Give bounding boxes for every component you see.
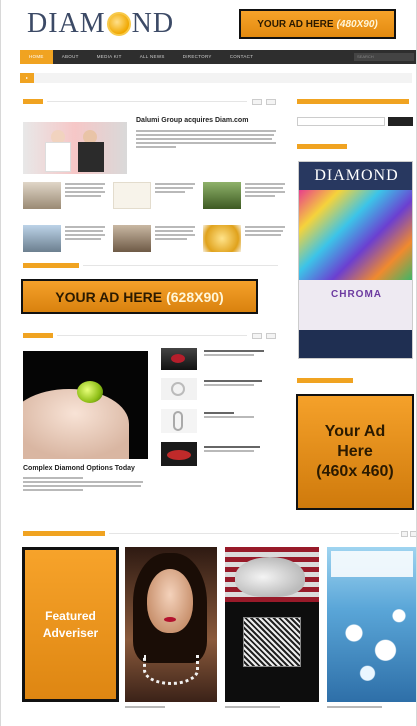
side-ad-line2: Here	[337, 443, 373, 460]
mid-banner-ad[interactable]: YOUR AD HERE (628X90)	[21, 279, 258, 314]
ring-showcase-icon	[243, 617, 301, 667]
advertiser-card-1[interactable]	[125, 547, 217, 702]
news-main-excerpt	[136, 130, 276, 150]
feature-article-excerpt	[23, 477, 143, 493]
article-thumb-2[interactable]	[161, 378, 197, 400]
advertiser-caption-1	[125, 706, 165, 710]
articles-prev-icon[interactable]	[252, 333, 262, 339]
featured-advertiser-ad[interactable]: Featured Adveriser	[22, 547, 119, 702]
article-2-title[interactable]	[204, 380, 264, 388]
article-3-title[interactable]	[204, 412, 264, 420]
news-divider	[47, 101, 247, 102]
news-thumb-5[interactable]	[113, 225, 151, 252]
news-main-headline[interactable]: Dalumi Group acquires Diam.com	[136, 117, 248, 124]
gemstone-icon	[77, 381, 103, 403]
advertiser-card-2[interactable]	[225, 547, 319, 702]
featured-next-icon[interactable]	[410, 531, 416, 537]
site-logo[interactable]: DIAM ND	[27, 8, 175, 39]
news-main-image[interactable]	[23, 122, 127, 174]
side-ad-label	[297, 378, 353, 383]
mid-ad-text: YOUR AD HERE	[55, 288, 163, 305]
necklace-icon	[143, 655, 199, 685]
advertiser-caption-3	[327, 706, 382, 710]
news-item-2-title[interactable]	[155, 183, 195, 195]
web-page: DIAM ND YOUR AD HERE (480X90) HOME ABOUT M…	[0, 0, 417, 726]
articles-divider	[57, 335, 247, 336]
news-item-1-title[interactable]	[65, 183, 105, 199]
featured-divider	[109, 533, 399, 534]
top-ad-text: YOUR AD HERE	[257, 18, 334, 30]
news-section-title	[23, 99, 43, 104]
nav-home[interactable]: HOME	[20, 50, 53, 64]
article-4-title[interactable]	[204, 446, 264, 454]
logo-text-end: ND	[131, 8, 175, 39]
articles-section-title	[23, 333, 53, 338]
newsletter-subscribe-button[interactable]	[388, 117, 413, 126]
latest-issue-title	[297, 144, 347, 149]
magazine-cover-art	[299, 190, 412, 280]
logo-text: DIAM	[27, 8, 106, 39]
nav-directory[interactable]: DIRECTORY	[174, 50, 221, 64]
featured-advertisers-title	[23, 531, 105, 536]
magazine-cover-footer	[299, 330, 412, 358]
article-1-title[interactable]	[204, 350, 264, 358]
main-nav: HOME ABOUT MEDIA KIT ALL NEWS DIRECTORY …	[20, 50, 416, 64]
latest-issue-cover[interactable]: DIAMOND CHROMA	[298, 161, 413, 359]
featured-ad-line2: Adveriser	[42, 625, 99, 640]
news-item-6-title[interactable]	[245, 226, 285, 238]
feature-article-title[interactable]: Complex Diamond Options Today	[23, 465, 135, 472]
diamond-gem-icon	[106, 12, 131, 36]
news-thumb-1[interactable]	[23, 182, 61, 209]
news-thumb-2[interactable]	[113, 182, 151, 209]
article-thumb-3[interactable]	[161, 409, 197, 433]
magazine-brand: DIAMOND	[299, 162, 412, 190]
ticker-label: ▸	[20, 73, 35, 83]
diamonds-icon	[327, 587, 416, 702]
side-ad-line1: Your Ad	[324, 423, 386, 440]
nav-contact[interactable]: CONTACT	[221, 50, 263, 64]
nav-all-news[interactable]: ALL NEWS	[131, 50, 174, 64]
magazine-cover-word: CHROMA	[299, 280, 412, 330]
next-arrow-icon[interactable]	[266, 99, 276, 105]
articles-next-icon[interactable]	[266, 333, 276, 339]
news-thumb-3[interactable]	[203, 182, 241, 209]
article-thumb-1[interactable]	[161, 348, 197, 370]
featured-prev-icon[interactable]	[401, 531, 408, 537]
advertisement-label	[23, 263, 79, 268]
news-thumb-4[interactable]	[23, 225, 61, 252]
prev-arrow-icon[interactable]	[252, 99, 262, 105]
mid-ad-size: (628X90)	[166, 288, 224, 305]
news-ticker[interactable]: ▸	[20, 73, 412, 83]
nav-media-kit[interactable]: MEDIA KIT	[88, 50, 131, 64]
side-square-ad[interactable]: Your Ad Here (460x 460)	[296, 394, 414, 510]
news-item-4-title[interactable]	[65, 226, 105, 242]
article-thumb-4[interactable]	[161, 442, 197, 466]
search-input[interactable]: SEARCH	[354, 53, 414, 61]
advertiser-card-3[interactable]	[327, 547, 416, 702]
newsletter-title	[297, 99, 409, 104]
nav-about[interactable]: ABOUT	[53, 50, 88, 64]
news-item-3-title[interactable]	[245, 183, 285, 199]
feature-article-image[interactable]	[23, 351, 148, 459]
news-item-5-title[interactable]	[155, 226, 195, 242]
advertiser-caption-2	[225, 706, 280, 710]
ad-divider	[83, 265, 278, 266]
top-ad-size: (480X90)	[336, 18, 378, 30]
top-banner-ad[interactable]: YOUR AD HERE (480X90)	[239, 9, 396, 39]
side-ad-line3: (460x 460)	[316, 463, 394, 480]
eagle-icon	[235, 557, 305, 597]
news-thumb-6[interactable]	[203, 225, 241, 252]
featured-ad-line1: Featured	[45, 608, 96, 623]
newsletter-email-input[interactable]	[297, 117, 385, 126]
